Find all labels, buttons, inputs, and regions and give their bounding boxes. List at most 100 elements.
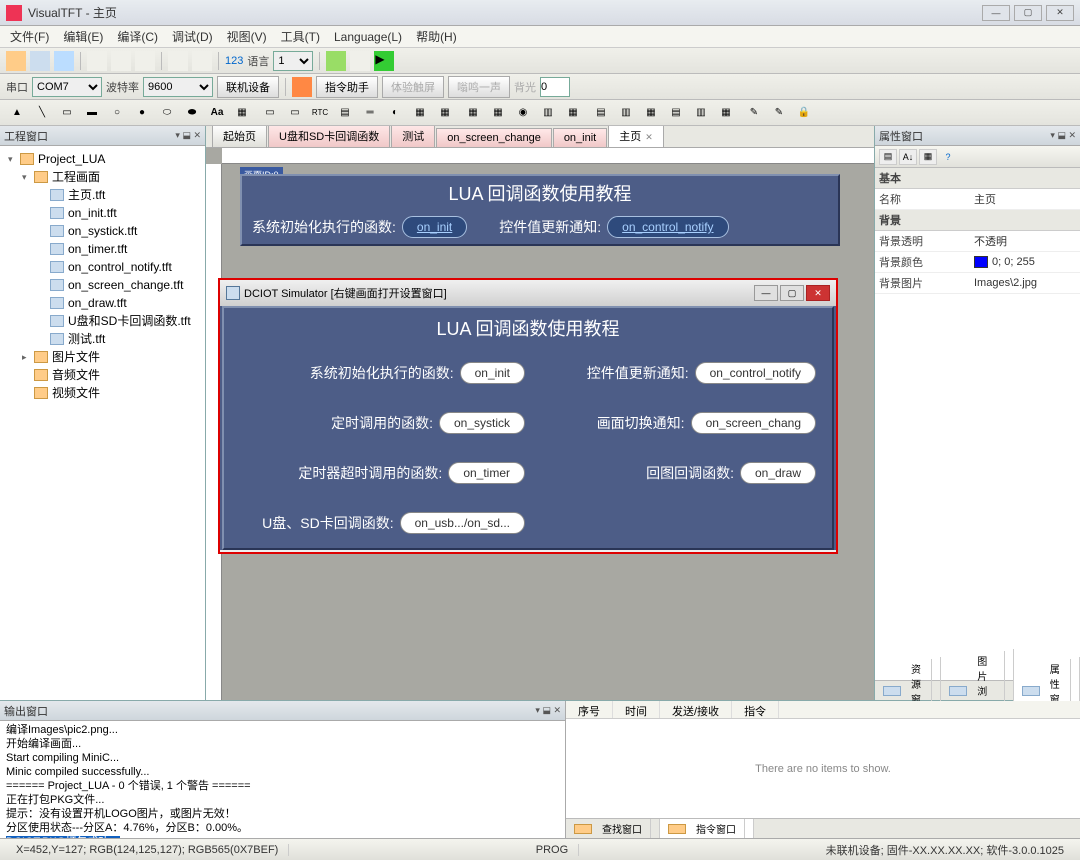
tree-file[interactable]: on_draw.tft: [68, 294, 127, 312]
tab-home[interactable]: 主页✕: [608, 126, 664, 147]
ellipse-fill-icon[interactable]: ⬬: [181, 103, 203, 123]
tree-folder[interactable]: 图片文件: [52, 348, 100, 366]
align-center-icon[interactable]: ▥: [615, 103, 637, 123]
widget-b-icon[interactable]: ▦: [487, 103, 509, 123]
tree-folder[interactable]: 视频文件: [52, 384, 100, 402]
brush-icon[interactable]: ✎: [743, 103, 765, 123]
sim-button-screen[interactable]: on_screen_chang: [691, 412, 816, 434]
graph-widget-icon[interactable]: ▦: [434, 103, 456, 123]
paint-icon[interactable]: ✎: [768, 103, 790, 123]
menu-edit[interactable]: 编辑(E): [57, 26, 109, 47]
tree-file[interactable]: on_systick.tft: [68, 222, 137, 240]
maximize-button[interactable]: ▢: [1014, 5, 1042, 21]
tree-file[interactable]: on_control_notify.tft: [68, 258, 172, 276]
sim-button-usbsd[interactable]: on_usb.../on_sd...: [400, 512, 525, 534]
sim-button-init[interactable]: on_init: [460, 362, 525, 384]
cmd-helper-button[interactable]: 指令助手: [316, 76, 378, 98]
circle-outline-icon[interactable]: ○: [106, 103, 128, 123]
line-icon[interactable]: ╲: [31, 103, 53, 123]
help-icon[interactable]: ?: [939, 149, 957, 165]
circle-fill-icon[interactable]: ●: [131, 103, 153, 123]
tab-screen-change[interactable]: on_screen_change: [436, 128, 552, 147]
pointer-icon[interactable]: ▲: [6, 103, 28, 123]
output-log[interactable]: 编译Images\pic2.png... 开始编译画面... Start com…: [0, 721, 565, 838]
widget-c-icon[interactable]: ◉: [512, 103, 534, 123]
lock-icon[interactable]: 🔒: [793, 103, 815, 123]
rect-outline-icon[interactable]: ▭: [56, 103, 78, 123]
undo-icon[interactable]: [168, 51, 188, 71]
menu-view[interactable]: 视图(V): [221, 26, 273, 47]
lang-select[interactable]: 1: [273, 51, 313, 71]
expand-icon[interactable]: ▾: [22, 168, 32, 186]
tab-test[interactable]: 测试: [391, 126, 435, 147]
project-tree[interactable]: ▾Project_LUA ▾工程画面 主页.tft on_init.tft on…: [0, 146, 205, 700]
close-icon[interactable]: ✕: [645, 132, 653, 142]
align-left-icon[interactable]: ▤: [590, 103, 612, 123]
backlight-input[interactable]: [540, 77, 570, 97]
new-icon[interactable]: [6, 51, 26, 71]
sim-button-systick[interactable]: on_systick: [439, 412, 525, 434]
tree-folder[interactable]: 音频文件: [52, 366, 100, 384]
expand-icon[interactable]: ▾: [8, 150, 18, 168]
sim-button-notify[interactable]: on_control_notify: [695, 362, 816, 384]
expand-icon[interactable]: ▸: [22, 348, 32, 366]
pin-icon[interactable]: ▾ ⬓ ✕: [175, 130, 201, 141]
align-top-icon[interactable]: ▤: [665, 103, 687, 123]
tab-init[interactable]: on_init: [553, 128, 607, 147]
tree-file[interactable]: 测试.tft: [68, 330, 105, 348]
prop-row-name[interactable]: 名称主页: [875, 189, 1080, 210]
port-select[interactable]: COM7: [32, 77, 102, 97]
cut-icon[interactable]: [87, 51, 107, 71]
tab-start[interactable]: 起始页: [212, 126, 267, 147]
sim-maximize-button[interactable]: ▢: [780, 285, 804, 301]
rtc-widget-icon[interactable]: RTC: [309, 103, 331, 123]
menu-debug[interactable]: 调试(D): [166, 26, 219, 47]
tree-file[interactable]: on_timer.tft: [68, 240, 127, 258]
stop-icon[interactable]: [350, 51, 370, 71]
sort-icon[interactable]: A↓: [899, 149, 917, 165]
prop-row-bgimage[interactable]: 背景图片Images\2.jpg: [875, 273, 1080, 294]
simulator-titlebar[interactable]: DCIOT Simulator [右键画面打开设置窗口] — ▢ ✕: [220, 280, 836, 306]
tree-root[interactable]: Project_LUA: [38, 150, 105, 168]
tree-file[interactable]: on_init.tft: [68, 204, 117, 222]
close-button[interactable]: ✕: [1046, 5, 1074, 21]
pin-icon[interactable]: ▾ ⬓ ✕: [1050, 130, 1076, 141]
tree-file[interactable]: on_screen_change.tft: [68, 276, 183, 294]
sim-minimize-button[interactable]: —: [754, 285, 778, 301]
widget-e-icon[interactable]: ▦: [562, 103, 584, 123]
prop-row-opacity[interactable]: 背景透明不透明: [875, 231, 1080, 252]
design-canvas[interactable]: LUA 回调函数使用教程 系统初始化执行的函数: on_init 控件值更新通知…: [240, 174, 840, 246]
expand-icon[interactable]: ▦: [919, 149, 937, 165]
run-icon[interactable]: [326, 51, 346, 71]
col-num[interactable]: 序号: [566, 701, 613, 718]
menu-tools[interactable]: 工具(T): [275, 26, 326, 47]
paste-icon[interactable]: [135, 51, 155, 71]
anim-widget-icon[interactable]: ▦: [409, 103, 431, 123]
widget-d-icon[interactable]: ▥: [537, 103, 559, 123]
tree-file[interactable]: U盘和SD卡回调函数.tft: [68, 312, 191, 330]
baud-select[interactable]: 9600: [143, 77, 213, 97]
tab-usbsd[interactable]: U盘和SD卡回调函数: [268, 126, 390, 147]
sim-button-draw[interactable]: on_draw: [740, 462, 816, 484]
copy-icon[interactable]: [111, 51, 131, 71]
menu-language[interactable]: Language(L): [328, 28, 408, 46]
connect-button[interactable]: 联机设备: [217, 76, 279, 98]
prop-row-bgcolor[interactable]: 背景颜色0; 0; 255: [875, 252, 1080, 273]
align-middle-icon[interactable]: ▥: [690, 103, 712, 123]
button-widget-icon[interactable]: ▭: [259, 103, 281, 123]
sim-close-button[interactable]: ✕: [806, 285, 830, 301]
col-cmd[interactable]: 指令: [732, 701, 779, 718]
cat-icon[interactable]: ▤: [879, 149, 897, 165]
canvas-button-init[interactable]: on_init: [402, 216, 467, 238]
tab-command[interactable]: 指令窗口: [660, 819, 754, 838]
textbox-widget-icon[interactable]: ▭: [284, 103, 306, 123]
progress-widget-icon[interactable]: ▤: [334, 103, 356, 123]
sim-button-timer[interactable]: on_timer: [448, 462, 525, 484]
tab-find[interactable]: 查找窗口: [566, 819, 660, 838]
ellipse-outline-icon[interactable]: ⬭: [156, 103, 178, 123]
pin-icon[interactable]: ▾ ⬓ ✕: [535, 705, 561, 716]
col-time[interactable]: 时间: [613, 701, 660, 718]
tree-folder[interactable]: 工程画面: [52, 168, 100, 186]
image-icon[interactable]: ▦: [231, 103, 253, 123]
play-icon[interactable]: ▶: [374, 51, 394, 71]
